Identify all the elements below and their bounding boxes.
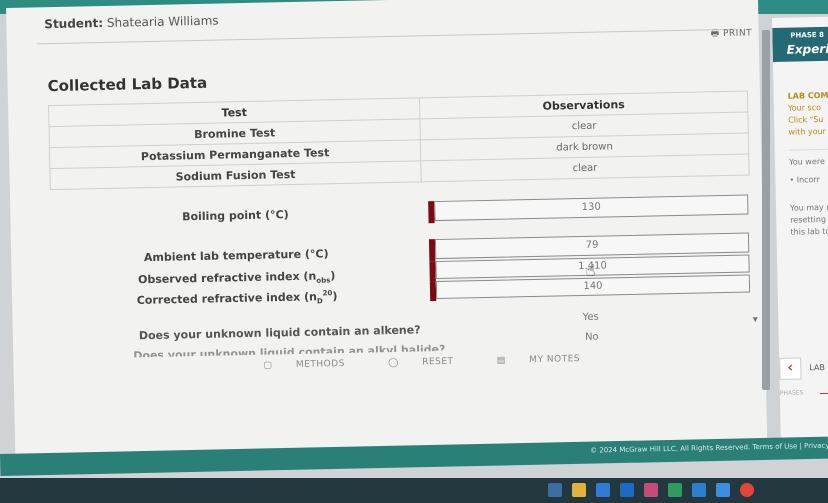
phase-progress-line [819, 392, 828, 395]
chevron-left-icon[interactable]: ‹ [779, 357, 802, 380]
sheets-icon[interactable] [668, 483, 682, 497]
scrollbar[interactable] [762, 30, 770, 390]
notes-icon: ▤ [496, 355, 507, 366]
boiling-point-input[interactable]: 130 [434, 194, 749, 222]
student-label: Student: [44, 15, 104, 32]
halide-question: Does your unknown liquid contain an alky… [133, 342, 446, 358]
methods-icon: ▢ [263, 360, 273, 371]
search-icon[interactable] [548, 483, 562, 497]
taskbar [0, 478, 828, 503]
store-icon[interactable] [596, 483, 610, 497]
side-header: PHASE 8 Experi [772, 26, 828, 62]
lab-complete-heading: LAB COM [787, 90, 828, 101]
methods-button[interactable]: ▢ METHODS [263, 358, 368, 371]
student-name: Shatearia Williams [106, 13, 219, 30]
methods-label: METHODS [295, 358, 345, 371]
you-were-text: You were [788, 156, 825, 167]
print-label: PRINT [722, 28, 753, 39]
side-divider [788, 148, 828, 151]
phase-label: PHASE 8 [790, 30, 824, 40]
with-your-text: with your [788, 126, 826, 137]
notes-button[interactable]: ▤ MY NOTES [497, 354, 600, 366]
section-title: Collected Lab Data [47, 73, 208, 96]
header-divider [36, 28, 737, 45]
alkene-question: Does your unknown liquid contain an alke… [138, 323, 421, 343]
reset-label: RESET [422, 356, 454, 368]
boiling-point-row: Boiling point (°C) 130 [50, 194, 750, 231]
chrome-icon[interactable] [740, 483, 754, 497]
app2-icon[interactable] [692, 483, 706, 497]
hand-cursor-icon: ☝ [585, 260, 596, 280]
footer-text: © 2024 McGraw Hill LLC. All Rights Reser… [589, 441, 828, 455]
resetting-text: resetting a [790, 214, 828, 225]
incorrect-item: • Incorr [789, 175, 820, 185]
this-lab-text: this lab to c [790, 226, 828, 237]
score-text: Your sco [787, 102, 822, 113]
alkene-answer-select[interactable]: Yes [582, 312, 598, 323]
boiling-point-label: Boiling point (°C) [181, 208, 289, 224]
folder-icon[interactable] [572, 483, 586, 497]
lab-nav-label[interactable]: LAB CON [809, 363, 828, 373]
printer-icon: 🖶 [710, 29, 720, 40]
side-panel: PHASE 8 Experi LAB COM Your sco Click "S… [772, 16, 828, 458]
observations-table: Test Observations Bromine Test clear Pot… [48, 90, 750, 190]
phases-label: PHASES [779, 389, 804, 397]
student-line: Student: Shatearia Williams [44, 14, 219, 32]
click-submit-text: Click "Su [788, 114, 824, 125]
notes-label: MY NOTES [529, 354, 581, 366]
settings-icon[interactable] [716, 483, 730, 497]
word-icon[interactable] [620, 483, 634, 497]
you-may-text: You may n [789, 202, 828, 213]
corrected-index-label: Corrected refractive index (nD20) [136, 289, 338, 307]
reset-icon: ◯ [388, 357, 399, 369]
bottom-toolbar: ▢ METHODS ◯ RESET ▤ MY NOTES [263, 353, 620, 371]
lab-page: Student: Shatearia Williams 🖶 PRINT Coll… [6, 0, 768, 458]
halide-answer-select[interactable]: No [585, 332, 599, 340]
print-button[interactable]: 🖶 PRINT [711, 25, 753, 42]
experiment-title: Experi [786, 41, 828, 57]
reset-button[interactable]: ◯ RESET [388, 356, 477, 368]
app-icon[interactable] [644, 483, 658, 497]
chevron-down-icon[interactable]: ▾ [753, 314, 758, 325]
